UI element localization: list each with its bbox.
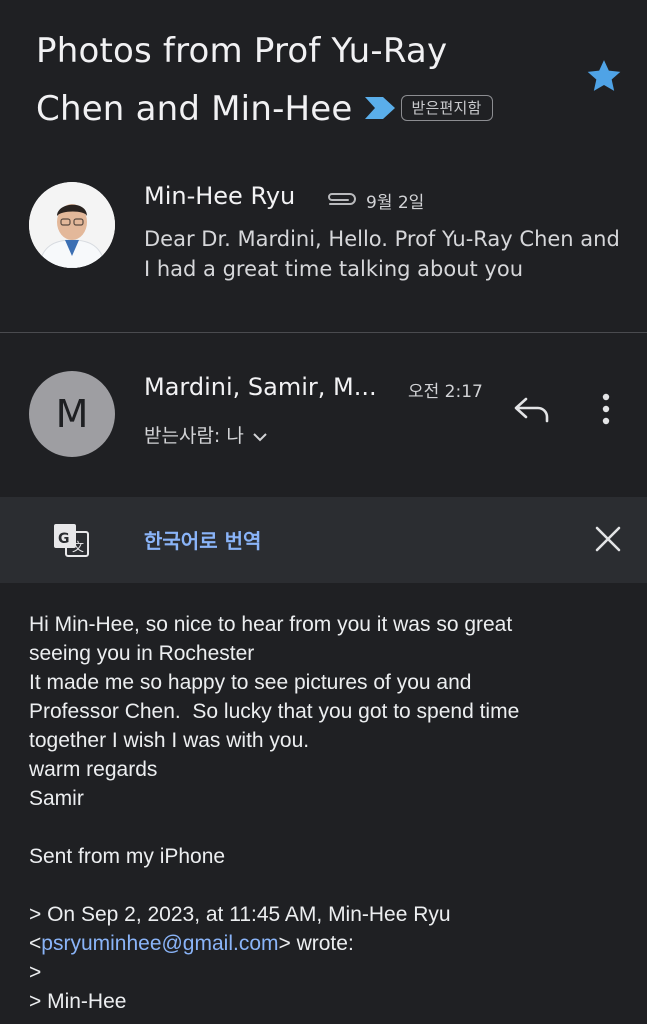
quote-email-suffix: > wrote: bbox=[278, 932, 354, 955]
reply-button[interactable] bbox=[512, 393, 552, 425]
importance-marker-icon[interactable] bbox=[364, 79, 395, 137]
recipient-details-toggle[interactable]: 받는사람: 나 bbox=[144, 421, 268, 448]
body-line: Sent from my iPhone bbox=[29, 845, 226, 868]
thread-divider bbox=[0, 332, 647, 333]
quote-email-prefix: < bbox=[29, 932, 42, 955]
body-line: Hi Min-Hee, so nice to hear from you it … bbox=[29, 613, 513, 636]
star-icon[interactable] bbox=[584, 56, 624, 96]
body-line: It made me so happy to see pictures of y… bbox=[29, 671, 472, 694]
body-line bbox=[29, 813, 629, 842]
svg-text:G: G bbox=[58, 531, 70, 547]
sender-name: Min-Hee Ryu bbox=[144, 182, 296, 210]
inbox-label-chip[interactable]: 받은편지함 bbox=[400, 94, 493, 121]
attachment-icon bbox=[324, 190, 358, 210]
sender-avatar-photo[interactable] bbox=[29, 182, 115, 268]
body-line bbox=[29, 871, 629, 900]
message-body: Hi Min-Hee, so nice to hear from you it … bbox=[29, 610, 629, 1016]
recipient-label: 받는사람: 나 bbox=[144, 425, 244, 447]
reply-icon bbox=[514, 397, 549, 423]
body-line: seeing you in Rochester bbox=[29, 642, 255, 665]
subject-line-2: Chen and Min-Hee bbox=[36, 89, 353, 129]
email-link[interactable]: psryuminhee@gmail.com bbox=[41, 932, 278, 955]
message-snippet: Dear Dr. Mardini, Hello. Prof Yu-Ray Che… bbox=[144, 227, 620, 281]
email-subject: Photos from Prof Yu-Ray Chen and Min-Hee… bbox=[36, 22, 576, 138]
chevron-down-icon[interactable] bbox=[252, 426, 268, 448]
sender-avatar[interactable]: M bbox=[29, 371, 115, 457]
body-line: > bbox=[29, 961, 42, 984]
message-time: 오전 2:17 bbox=[408, 382, 483, 402]
body-line: Samir bbox=[29, 787, 84, 810]
svg-text:文: 文 bbox=[72, 539, 84, 554]
quoted-sender-line: <psryuminhee@gmail.com> wrote: bbox=[29, 929, 629, 958]
thread-message-collapsed[interactable]: Min-Hee Ryu 9월 2일 Dear Dr. Mardini, Hell… bbox=[0, 170, 647, 332]
message-header: M Mardini, Samir, M... 오전 2:17 받는사람: 나 bbox=[0, 335, 647, 495]
sender-name[interactable]: Mardini, Samir, M... bbox=[144, 373, 377, 401]
body-line: together I wish I was with you. bbox=[29, 729, 310, 752]
body-line: > On Sep 2, 2023, at 11:45 AM, Min-Hee R… bbox=[29, 903, 451, 926]
body-line: Professor Chen. So lucky that you got to… bbox=[29, 700, 520, 723]
body-line: > Min-Hee bbox=[29, 990, 127, 1013]
message-date: 9월 2일 bbox=[366, 193, 425, 213]
google-translate-icon: G 文 bbox=[52, 520, 92, 560]
more-options-button[interactable] bbox=[594, 389, 618, 429]
translate-to-korean-link[interactable]: 한국어로 번역 bbox=[144, 525, 261, 554]
subject-line-1: Photos from Prof Yu-Ray bbox=[36, 31, 448, 71]
more-vert-icon bbox=[602, 393, 610, 425]
body-line: warm regards bbox=[29, 758, 158, 781]
translate-bar: G 文 한국어로 번역 bbox=[0, 497, 647, 583]
close-icon[interactable] bbox=[590, 521, 626, 557]
